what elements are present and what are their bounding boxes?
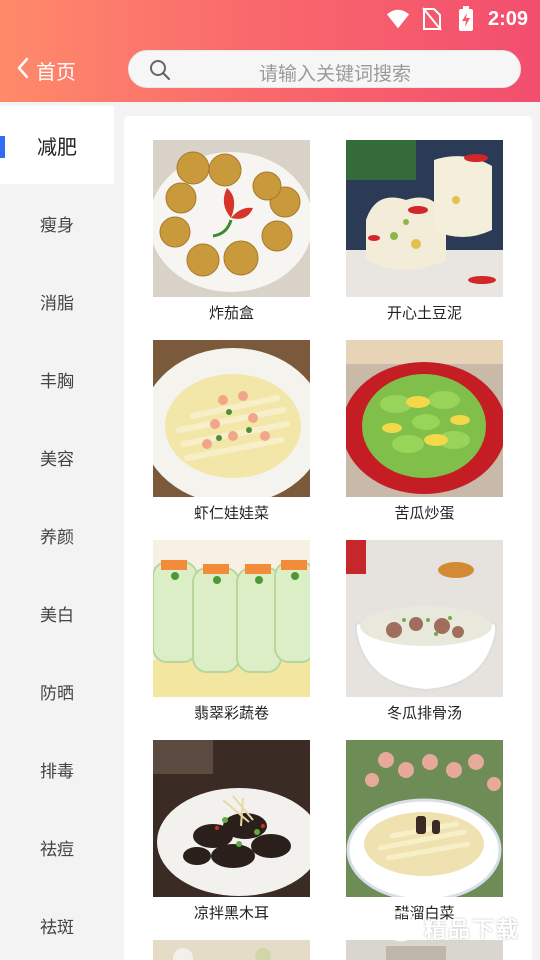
active-indicator — [0, 136, 5, 158]
sidebar-item-meibai[interactable]: 美白 — [0, 574, 114, 652]
sidebar-item-label: 祛斑 — [40, 917, 74, 938]
recipe-card[interactable]: 炸茄盒 — [153, 140, 310, 330]
recipe-name: 苦瓜炒蛋 — [394, 504, 455, 522]
recipe-thumbnail — [153, 540, 310, 697]
sidebar-item-label: 减肥 — [37, 134, 77, 159]
watermark-text: 精品下载 — [424, 917, 521, 942]
recipe-thumbnail — [153, 140, 310, 297]
recipe-thumbnail — [153, 940, 310, 960]
recipe-thumbnail — [153, 340, 310, 497]
recipe-card[interactable]: 冬瓜排骨汤 — [346, 540, 503, 730]
recipe-card[interactable]: 开心土豆泥 — [346, 140, 503, 330]
sidebar-item-label: 美白 — [40, 605, 74, 626]
recipe-card[interactable]: 醋溜白菜 — [346, 740, 503, 930]
sidebar-item-fengxiong[interactable]: 丰胸 — [0, 340, 114, 418]
sidebar-item-label: 瘦身 — [40, 215, 74, 236]
sidebar-item-yangyan[interactable]: 养颜 — [0, 496, 114, 574]
recipe-name: 翡翠彩蔬卷 — [193, 704, 269, 722]
recipe-name: 炸茄盒 — [208, 304, 254, 322]
recipe-name: 冬瓜排骨汤 — [386, 704, 462, 722]
sidebar-item-xiaozhi[interactable]: 消脂 — [0, 262, 114, 340]
category-sidebar: 减肥 瘦身 消脂 丰胸 美容 养颜 美白 防晒 排毒 祛痘 祛斑 — [0, 102, 114, 960]
sidebar-item-label: 丰胸 — [40, 371, 74, 392]
battery-charging-icon — [454, 6, 478, 31]
recipe-thumbnail — [346, 540, 503, 697]
sidebar-item-jianfei[interactable]: 减肥 — [0, 106, 114, 184]
recipe-card[interactable]: 翡翠彩蔬卷 — [153, 540, 310, 730]
recipe-name: 虾仁娃娃菜 — [193, 504, 269, 522]
sidebar-item-quban[interactable]: 祛斑 — [0, 886, 114, 960]
back-button[interactable]: 首页 — [16, 52, 76, 88]
recipe-thumbnail — [153, 740, 310, 897]
recipe-thumbnail — [346, 140, 503, 297]
recipe-card[interactable]: 虾仁娃娃菜 — [153, 340, 310, 530]
sidebar-item-label: 排毒 — [40, 761, 74, 782]
no-sim-icon — [420, 7, 444, 31]
recipe-name: 开心土豆泥 — [386, 304, 462, 322]
search-placeholder: 请输入关键词搜索 — [259, 63, 412, 85]
search-input[interactable]: 请输入关键词搜索 — [128, 50, 521, 88]
watermark: 精品下载 — [384, 906, 540, 950]
recipe-thumbnail — [346, 740, 503, 897]
sidebar-item-label: 消脂 — [40, 293, 74, 314]
sidebar-item-label: 养颜 — [40, 527, 74, 548]
search-icon — [149, 59, 171, 81]
sidebar-item-fangshai[interactable]: 防晒 — [0, 652, 114, 730]
header-bar: 2:09 首页 请输入关键词搜索 — [0, 0, 540, 102]
sidebar-item-label: 防晒 — [40, 683, 74, 704]
status-time: 2:09 — [487, 7, 528, 30]
watermark-logo-icon — [384, 909, 418, 947]
status-bar: 2:09 — [386, 6, 528, 32]
recipe-name: 凉拌黑木耳 — [193, 904, 269, 922]
sidebar-item-paidu[interactable]: 排毒 — [0, 730, 114, 808]
recipe-card[interactable]: 苦瓜炒蛋 — [346, 340, 503, 530]
recipe-thumbnail — [346, 340, 503, 497]
wifi-icon — [386, 8, 410, 30]
sidebar-item-qudou[interactable]: 祛痘 — [0, 808, 114, 886]
recipe-card-partial[interactable] — [153, 940, 310, 960]
sidebar-item-shoushen[interactable]: 瘦身 — [0, 184, 114, 262]
chevron-left-icon — [16, 57, 30, 83]
sidebar-item-label: 美容 — [40, 449, 74, 470]
back-label: 首页 — [36, 59, 76, 84]
sidebar-item-label: 祛痘 — [40, 839, 74, 860]
recipe-card[interactable]: 凉拌黑木耳 — [153, 740, 310, 930]
recipe-grid: 炸茄盒 开心土豆泥 虾仁娃娃菜 苦瓜炒蛋 翡翠彩蔬卷 冬瓜排骨汤 凉拌黑木耳 醋… — [124, 116, 532, 960]
sidebar-item-meirong[interactable]: 美容 — [0, 418, 114, 496]
